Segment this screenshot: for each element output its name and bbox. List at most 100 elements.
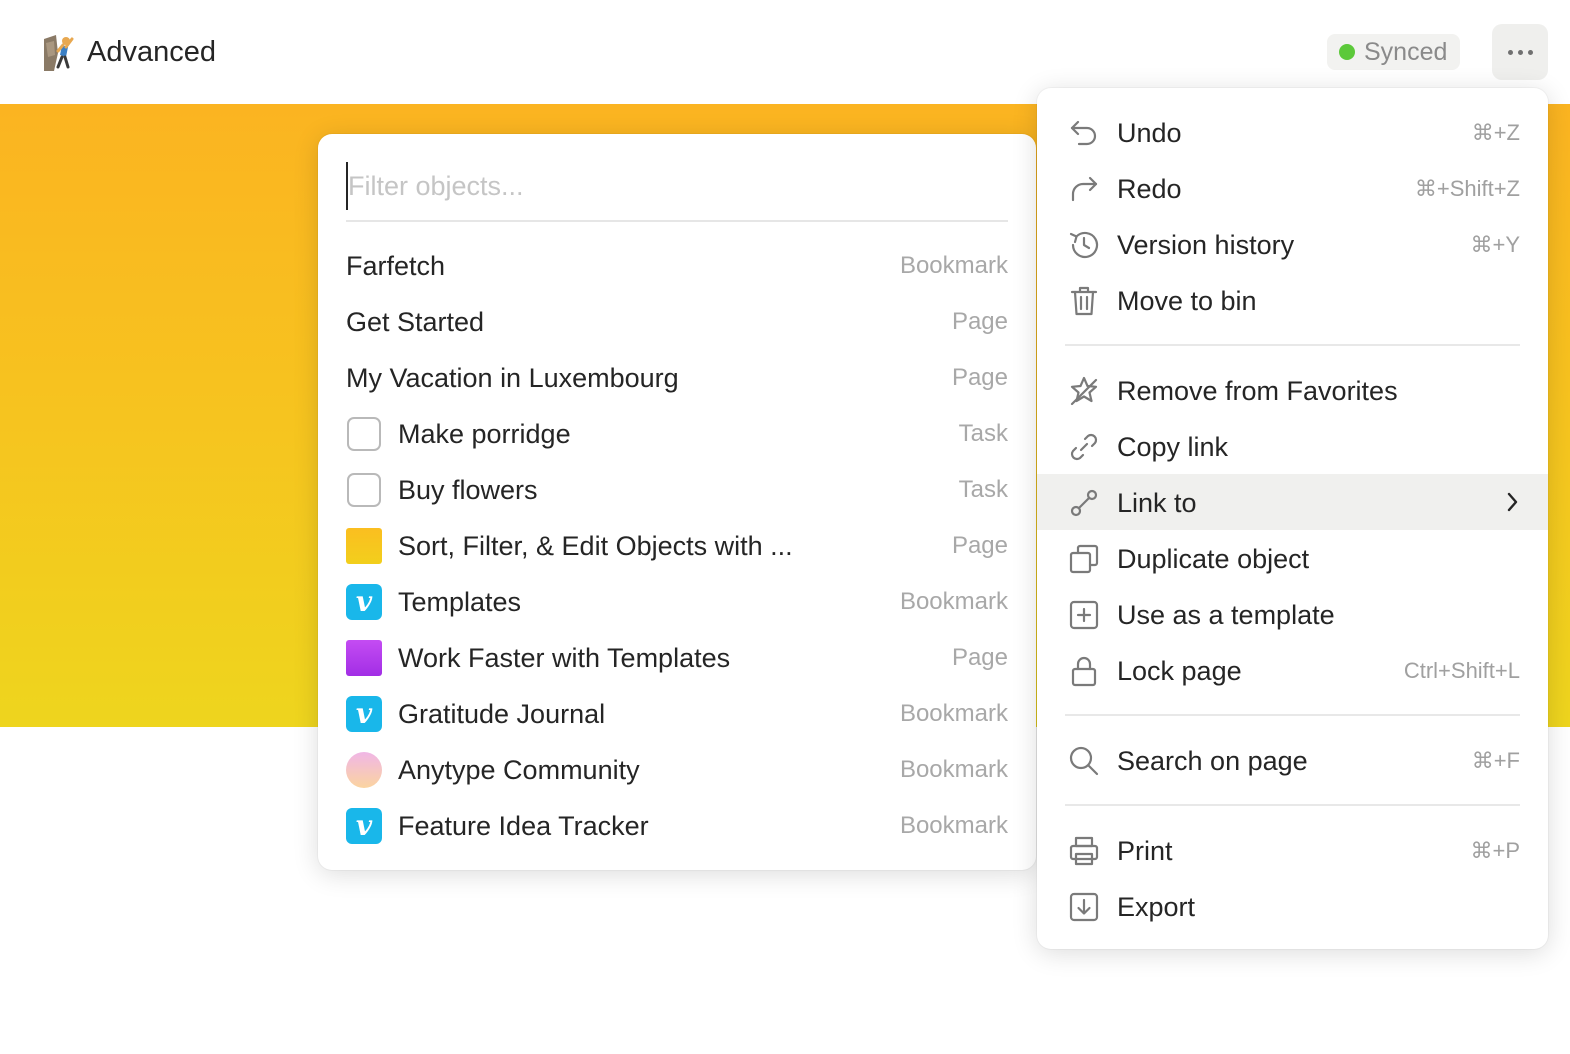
template-add-icon [1067,598,1101,632]
printer-icon [1067,834,1101,868]
search-icon [1067,744,1101,778]
object-name: Get Started [346,306,485,337]
vimeo-icon: v [346,584,382,620]
menu-item-label: Link to [1117,488,1197,518]
page-title: Advanced [87,36,216,68]
menu-item-export[interactable]: Export [1037,878,1548,934]
menu-item-label: Redo [1117,174,1182,204]
chevron-right-icon [1507,492,1518,512]
menu-divider [1065,714,1520,716]
filter-objects-input[interactable] [346,162,1008,210]
sync-status-badge[interactable]: Synced [1327,34,1460,70]
menu-divider [1065,804,1520,806]
menu-item-label: Use as a template [1117,600,1335,630]
menu-item-redo[interactable]: Redo ⌘+Shift+Z [1037,160,1548,216]
object-name: Make porridge [398,418,571,449]
menu-item-link-to[interactable]: Link to [1037,474,1548,530]
menu-item-version-history[interactable]: Version history ⌘+Y [1037,216,1548,272]
menu-item-remove-from-favorites[interactable]: Remove from Favorites [1037,362,1548,418]
object-name: Sort, Filter, & Edit Objects with ... [398,530,793,561]
object-name: Templates [398,586,522,617]
redo-icon [1067,172,1101,206]
object-row[interactable]: Buy flowers Task [346,462,1008,518]
object-name: My Vacation in Luxembourg [346,362,679,393]
menu-item-use-as-template[interactable]: Use as a template [1037,586,1548,642]
menu-item-label: Search on page [1117,746,1308,776]
duplicate-icon [1067,542,1101,576]
menu-item-label: Version history [1117,230,1295,260]
menu-item-copy-link[interactable]: Copy link [1037,418,1548,474]
object-name: Anytype Community [398,754,640,785]
history-icon [1067,228,1101,262]
vimeo-icon: v [346,696,382,732]
lock-icon [1067,654,1101,688]
object-type: Page [951,532,1008,559]
menu-item-print[interactable]: Print ⌘+P [1037,822,1548,878]
more-options-button[interactable] [1492,24,1548,80]
rock-climber-emoji-icon[interactable] [42,33,76,71]
object-name: Buy flowers [398,474,538,505]
object-name: Feature Idea Tracker [398,810,649,841]
relation-link-icon [1067,486,1101,520]
trash-icon [1067,284,1101,318]
purple-square-icon [346,640,382,676]
object-row[interactable]: v Feature Idea Tracker Bookmark [346,798,1008,854]
object-row[interactable]: Make porridge Task [346,406,1008,462]
object-name: Gratitude Journal [398,698,606,729]
sync-status-label: Synced [1364,38,1448,66]
menu-item-label: Export [1117,892,1196,922]
object-list: Farfetch Bookmark Get Started Page My Va… [346,238,1008,854]
link-icon [1067,430,1101,464]
menu-item-shortcut: ⌘+Shift+Z [1414,176,1520,201]
menu-item-search-on-page[interactable]: Search on page ⌘+F [1037,732,1548,788]
menu-item-label: Duplicate object [1117,544,1310,574]
ellipsis-icon [1507,49,1513,55]
export-icon [1067,890,1101,924]
star-off-icon [1067,374,1101,408]
object-type: Page [951,364,1008,391]
object-row[interactable]: v Templates Bookmark [346,574,1008,630]
link-to-object-popup: Farfetch Bookmark Get Started Page My Va… [318,134,1036,870]
menu-item-move-to-bin[interactable]: Move to bin [1037,272,1548,328]
object-type: Bookmark [899,812,1008,839]
undo-icon [1067,116,1101,150]
object-row[interactable]: My Vacation in Luxembourg Page [346,350,1008,406]
object-context-menu: Undo ⌘+Z Redo ⌘+Shift+Z Version history … [1037,88,1548,949]
menu-item-label: Move to bin [1117,286,1257,316]
gradient-circle-icon [346,752,382,788]
checkbox-icon[interactable] [347,417,381,451]
menu-item-lock-page[interactable]: Lock page Ctrl+Shift+L [1037,642,1548,698]
object-row[interactable]: Get Started Page [346,294,1008,350]
menu-item-shortcut: ⌘+Y [1470,232,1520,257]
menu-item-label: Copy link [1117,432,1229,462]
yellow-square-icon [346,528,382,564]
object-type: Page [951,308,1008,335]
sync-status-dot-icon [1339,44,1355,60]
menu-item-duplicate-object[interactable]: Duplicate object [1037,530,1548,586]
object-type: Page [951,644,1008,671]
object-type: Task [958,420,1008,447]
menu-item-undo[interactable]: Undo ⌘+Z [1037,104,1548,160]
menu-item-label: Lock page [1117,656,1242,686]
object-row[interactable]: v Gratitude Journal Bookmark [346,686,1008,742]
object-row[interactable]: Sort, Filter, & Edit Objects with ... Pa… [346,518,1008,574]
object-row[interactable]: Anytype Community Bookmark [346,742,1008,798]
object-row[interactable]: Work Faster with Templates Page [346,630,1008,686]
object-type: Bookmark [899,252,1008,279]
object-type: Bookmark [899,700,1008,727]
filter-input-wrapper [346,162,1008,222]
menu-item-shortcut: ⌘+P [1470,838,1520,863]
menu-item-shortcut: ⌘+Z [1471,120,1520,145]
object-type: Bookmark [899,588,1008,615]
vimeo-icon: v [346,808,382,844]
object-type: Task [958,476,1008,503]
menu-item-label: Remove from Favorites [1117,376,1398,406]
menu-divider [1065,344,1520,346]
object-name: Farfetch [346,250,446,281]
menu-item-label: Print [1117,836,1173,866]
menu-item-shortcut: Ctrl+Shift+L [1403,658,1520,683]
checkbox-icon[interactable] [347,473,381,507]
menu-item-shortcut: ⌘+F [1471,748,1520,773]
object-row[interactable]: Farfetch Bookmark [346,238,1008,294]
object-type: Bookmark [899,756,1008,783]
